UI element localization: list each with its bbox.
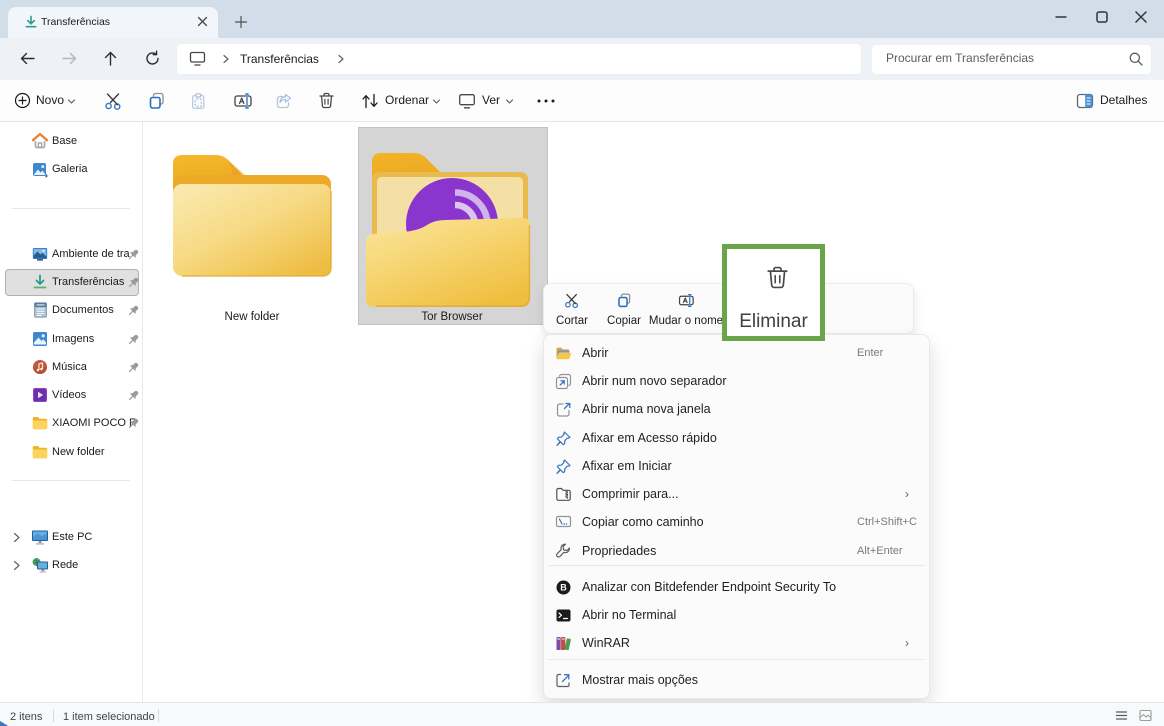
svg-text:B: B — [560, 583, 567, 593]
